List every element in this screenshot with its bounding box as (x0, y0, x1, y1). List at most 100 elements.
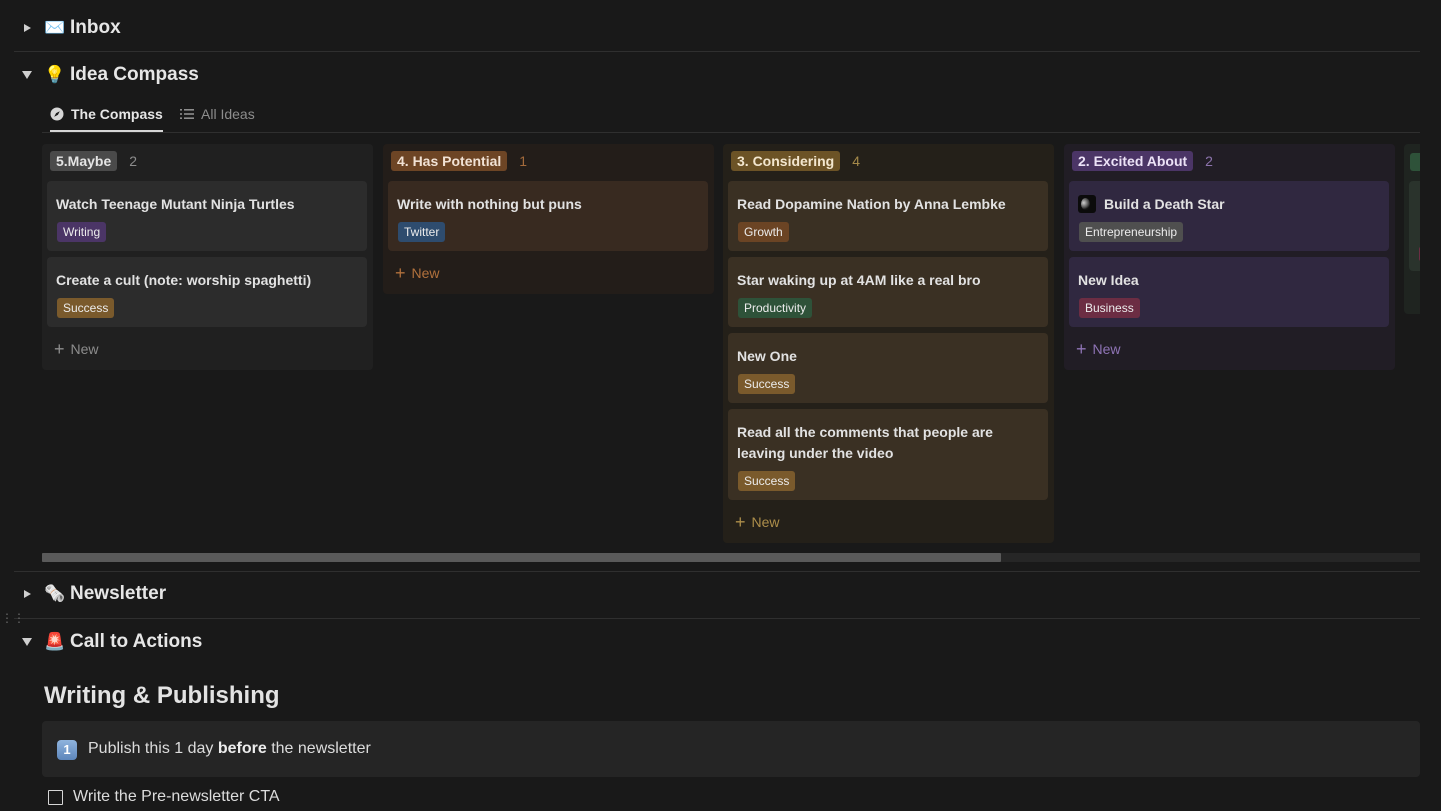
tag-growth: Growth (738, 222, 789, 242)
card-title-text: Build a Death Star (1104, 196, 1225, 212)
tab-label: The Compass (71, 105, 163, 122)
kanban-board: 5.Maybe 2 Watch Teenage Mutant Ninja Tur… (42, 144, 1420, 544)
keycap-1-icon: 1 (57, 740, 77, 760)
card-title: Read all the comments that people are le… (737, 424, 993, 461)
section-title-text: Idea Compass (70, 64, 199, 85)
death-star-thumbnail (1078, 195, 1096, 213)
card-title: New One (737, 348, 797, 364)
column-count: 1 (519, 153, 528, 169)
section-title-call-to-actions: 🚨 Call to Actions (44, 631, 202, 653)
tag-twitter: Twitter (398, 222, 446, 242)
idea-card[interactable]: Read Dopamine Nation by Anna Lembke Grow… (728, 181, 1048, 251)
callout-text-before: Publish this 1 day (88, 740, 218, 757)
plus-icon: + (395, 263, 406, 283)
lightbulb-icon: 💡 (44, 65, 66, 84)
siren-icon: 🚨 (44, 632, 66, 651)
section-title-inbox: ✉️ Inbox (44, 17, 121, 39)
column-count: 2 (129, 153, 138, 169)
tag-clipped (1419, 247, 1420, 261)
new-label: New (751, 514, 780, 530)
tag-success: Success (738, 471, 796, 491)
column-header: 2. Excited About 2 (1064, 144, 1395, 178)
tag-success: Success (738, 374, 796, 394)
triangle-right-icon[interactable] (20, 587, 34, 601)
card-title: Write with nothing but puns (397, 196, 582, 212)
tag-success: Success (57, 298, 115, 318)
idea-card-clipped (1409, 181, 1420, 271)
todo-label: Write the Pre-newsletter CTA (73, 788, 280, 805)
board-column-considering: 3. Considering 4 Read Dopamine Nation by… (723, 144, 1054, 543)
board-column-has-potential: 4. Has Potential 1 Write with nothing bu… (383, 144, 714, 294)
section-title-idea-compass: 💡 Idea Compass (44, 64, 199, 86)
callout-text-after: the newsletter (266, 740, 371, 757)
idea-card[interactable]: Watch Teenage Mutant Ninja Turtles Writi… (47, 181, 367, 251)
idea-card[interactable]: Build a Death Star Entrepreneurship (1069, 181, 1389, 251)
add-new-card-button[interactable]: + New (54, 338, 99, 360)
drag-handle-icon[interactable]: ⋮⋮ (1, 611, 25, 625)
new-label: New (70, 341, 99, 357)
triangle-right-icon[interactable] (20, 21, 34, 35)
plus-icon: + (735, 512, 746, 532)
list-icon (180, 108, 194, 120)
card-title: Watch Teenage Mutant Ninja Turtles (56, 196, 295, 212)
callout-text: Publish this 1 day before the newsletter (88, 740, 371, 758)
tab-all-ideas[interactable]: All Ideas (180, 96, 255, 131)
section-title-newsletter: 🗞️ Newsletter (44, 583, 166, 605)
idea-card[interactable]: Star waking up at 4AM like a real bro Pr… (728, 257, 1048, 327)
card-title: New Idea (1078, 272, 1139, 288)
section-title-text: Inbox (70, 17, 121, 38)
callout-block: 1 Publish this 1 day before the newslett… (42, 721, 1420, 777)
compass-icon (50, 107, 64, 121)
card-title: Read Dopamine Nation by Anna Lembke (737, 196, 1006, 212)
divider (14, 571, 1420, 572)
card-title: Star waking up at 4AM like a real bro (737, 272, 981, 288)
column-label: 3. Considering (731, 151, 841, 171)
idea-card[interactable]: Create a cult (note: worship spaghetti) … (47, 257, 367, 327)
view-tabs: The Compass All Ideas (42, 96, 1420, 133)
add-new-card-button[interactable]: + New (395, 262, 440, 284)
tag-business: Business (1079, 298, 1140, 318)
tag-writing: Writing (57, 222, 107, 242)
board-column-clipped (1404, 144, 1420, 314)
divider (14, 51, 1420, 52)
section-title-text: Newsletter (70, 583, 167, 604)
idea-card[interactable]: New One Success (728, 333, 1048, 403)
add-new-card-button[interactable]: + New (735, 511, 780, 533)
idea-card[interactable]: Read all the comments that people are le… (728, 409, 1048, 500)
envelope-icon: ✉️ (44, 18, 66, 37)
column-label-clipped (1410, 153, 1420, 171)
section-title-text: Call to Actions (70, 631, 203, 652)
newspaper-icon: 🗞️ (44, 584, 66, 603)
new-label: New (411, 265, 440, 281)
column-header: 4. Has Potential 1 (383, 144, 714, 178)
todo-item: Write the Pre-newsletter CTA (48, 788, 280, 806)
plus-icon: + (1076, 339, 1087, 359)
column-count: 2 (1205, 153, 1213, 169)
divider (14, 618, 1420, 619)
column-header: 5.Maybe 2 (42, 144, 373, 178)
new-label: New (1092, 341, 1121, 357)
column-label: 4. Has Potential (391, 151, 508, 171)
card-title: Create a cult (note: worship spaghetti) (56, 272, 312, 288)
column-label: 2. Excited About (1072, 151, 1194, 171)
callout-text-bold: before (217, 740, 267, 757)
board-column-maybe: 5.Maybe 2 Watch Teenage Mutant Ninja Tur… (42, 144, 373, 370)
add-new-card-button[interactable]: + New (1076, 338, 1121, 360)
plus-icon: + (54, 339, 65, 359)
tag-productivity: Productivity (738, 298, 813, 318)
triangle-down-icon[interactable] (20, 68, 34, 82)
todo-checkbox[interactable] (48, 789, 63, 805)
tab-the-compass[interactable]: The Compass (50, 96, 163, 132)
tag-entrepreneurship: Entrepreneurship (1079, 222, 1184, 242)
card-title: Build a Death Star (1078, 194, 1378, 215)
idea-card[interactable]: Write with nothing but puns Twitter (388, 181, 708, 251)
column-label: 5.Maybe (50, 151, 118, 171)
board-column-excited-about: 2. Excited About 2 Build a Death Star En… (1064, 144, 1395, 370)
heading-writing-publishing: Writing & Publishing (44, 682, 280, 709)
column-count: 4 (852, 153, 861, 169)
column-header: 3. Considering 4 (723, 144, 1054, 178)
tab-label: All Ideas (201, 105, 255, 122)
idea-card[interactable]: New Idea Business (1069, 257, 1389, 327)
scrollbar-thumb[interactable] (42, 553, 1001, 562)
triangle-down-icon[interactable] (20, 635, 34, 649)
